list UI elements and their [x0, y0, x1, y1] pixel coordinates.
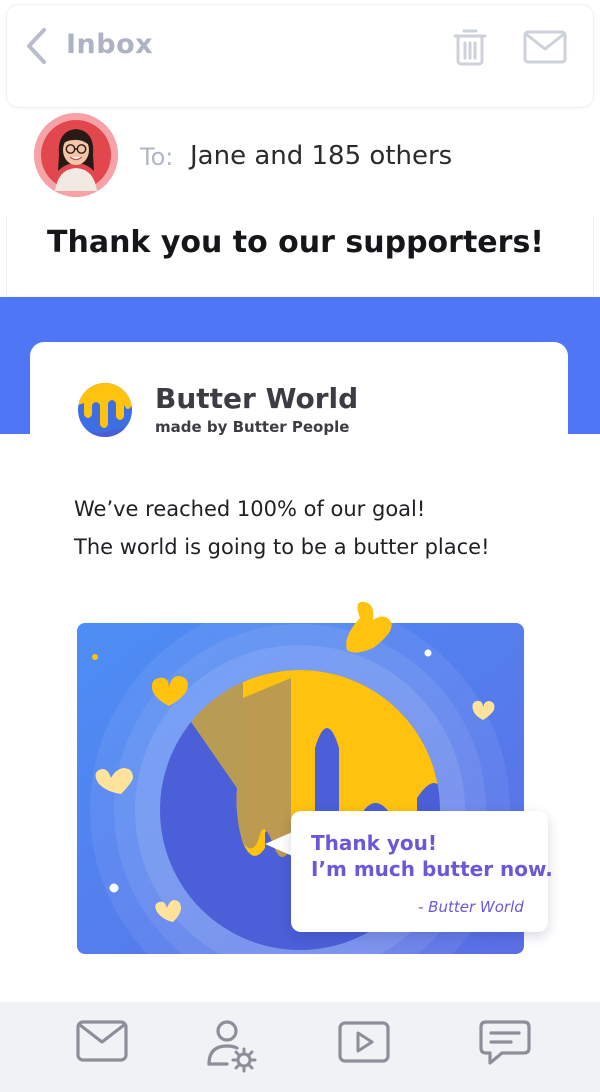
- email-screen: Inbox To: Jane and 185 others Thank you …: [0, 0, 600, 1092]
- brand-name: Butter World: [155, 382, 359, 415]
- bubble-signature: - Butter World: [418, 898, 524, 916]
- envelope-icon[interactable]: [75, 1018, 129, 1064]
- divider: [593, 215, 594, 297]
- avatar-photo: [34, 113, 118, 197]
- body-text-line: We’ve reached 100% of our goal!: [74, 497, 426, 521]
- recipients[interactable]: Jane and 185 others: [190, 141, 452, 171]
- to-label: To:: [140, 143, 174, 171]
- divider: [6, 215, 7, 297]
- bubble-text: Thank you!: [311, 831, 438, 855]
- envelope-icon[interactable]: [522, 28, 568, 66]
- email-subject: Thank you to our supporters!: [47, 225, 544, 260]
- butter-world-logo-icon: [78, 383, 132, 437]
- brand-tagline: made by Butter People: [155, 418, 350, 436]
- play-icon[interactable]: [337, 1019, 391, 1065]
- chevron-left-icon[interactable]: [22, 26, 50, 66]
- trash-icon[interactable]: [450, 26, 490, 68]
- chat-icon[interactable]: [478, 1018, 532, 1068]
- bubble-text: I’m much butter now.: [311, 857, 553, 881]
- user-settings-icon[interactable]: [203, 1016, 261, 1074]
- body-text-line: The world is going to be a butter place!: [74, 535, 490, 559]
- page-title[interactable]: Inbox: [66, 29, 153, 60]
- avatar[interactable]: [34, 113, 118, 197]
